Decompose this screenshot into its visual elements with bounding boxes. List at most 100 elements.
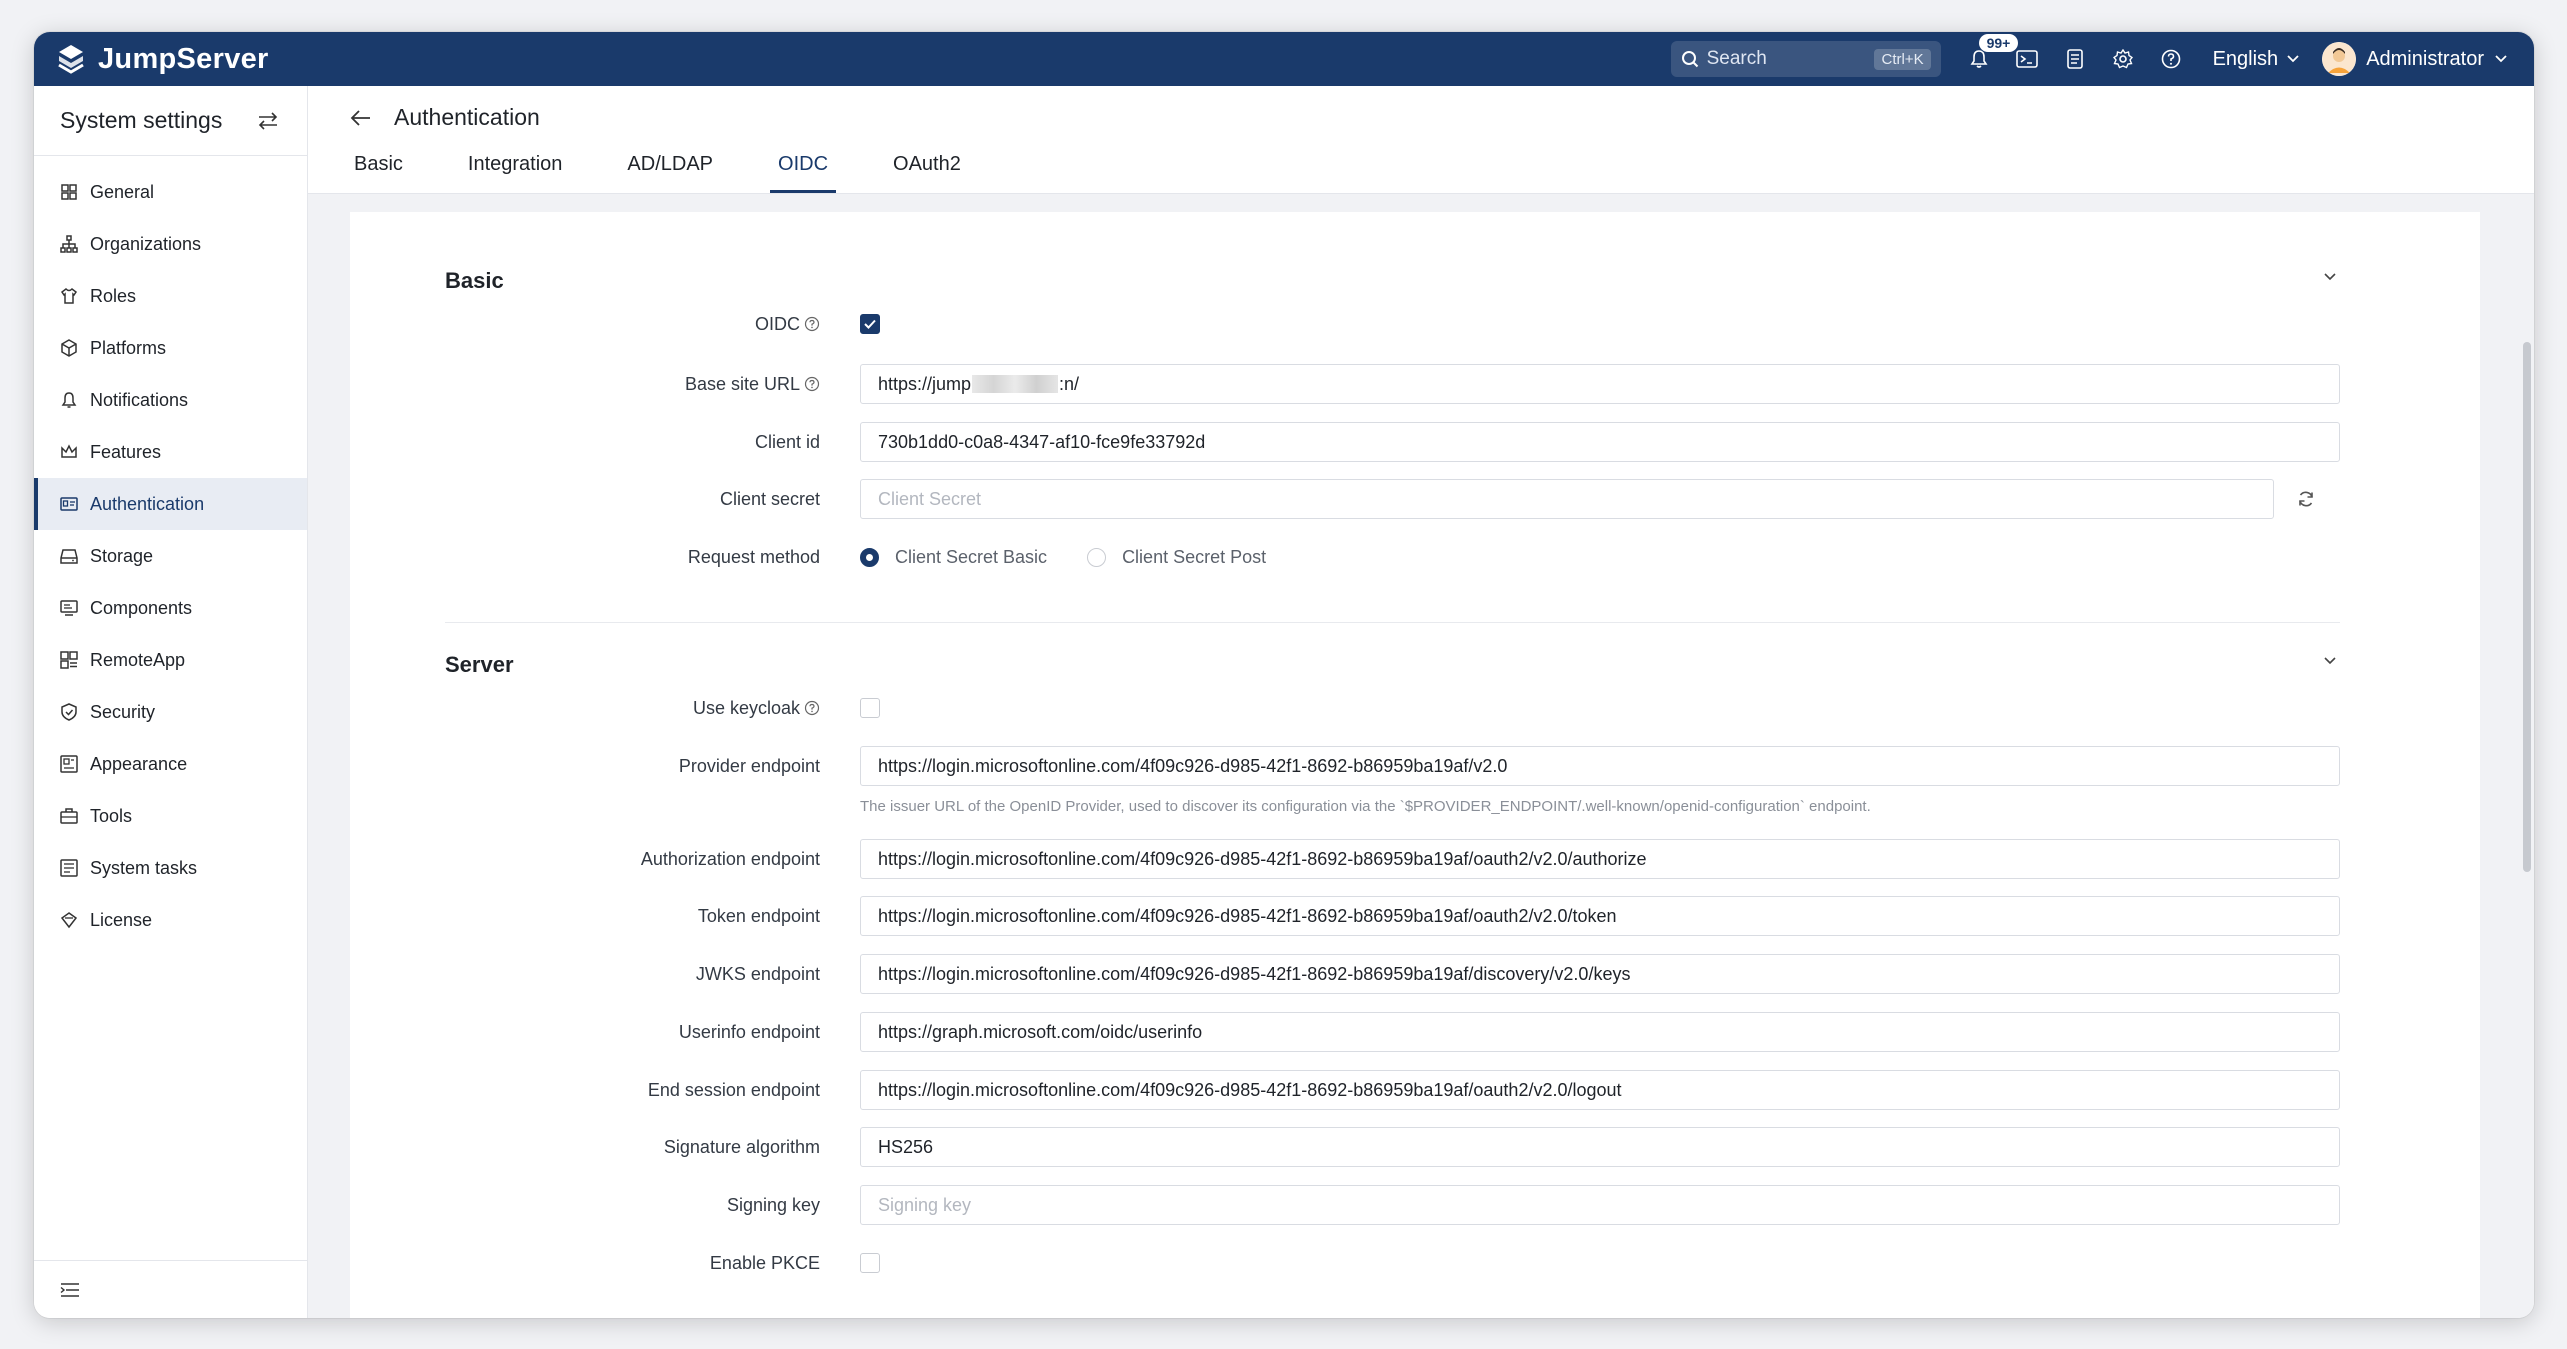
global-search[interactable]: Search Ctrl+K <box>1670 41 1941 77</box>
checkmark-icon <box>864 319 876 329</box>
tab-oidc[interactable]: OIDC <box>770 147 837 193</box>
radio-client-secret-post[interactable]: Client Secret Post <box>1087 547 1266 568</box>
sidebar-footer <box>34 1260 307 1318</box>
collapse-menu-icon[interactable] <box>60 1281 80 1299</box>
sidebar-item-storage[interactable]: Storage <box>34 530 307 582</box>
client-secret-label: Client secret <box>719 488 820 509</box>
notifications-button[interactable]: 99+ <box>1955 32 2019 86</box>
sidebar-item-security[interactable]: Security <box>34 686 307 738</box>
signing-key-input[interactable]: Signing key <box>860 1185 2340 1225</box>
token-endpoint-input[interactable]: https://login.microsoftonline.com/4f09c9… <box>860 896 2340 936</box>
sidebar-item-label: Storage <box>90 545 154 566</box>
client-id-input[interactable]: 730b1dd0-c0a8-4347-af10-fce9fe33792d <box>860 422 2340 462</box>
avatar <box>2322 42 2357 76</box>
field-use-keycloak: Use keycloak <box>350 687 2340 729</box>
help-circle-icon[interactable] <box>804 700 820 716</box>
terminal-icon <box>2015 50 2038 68</box>
sidebar-item-notifications[interactable]: Notifications <box>34 374 307 426</box>
scrollbar[interactable] <box>2520 212 2534 1318</box>
oidc-checkbox[interactable] <box>860 314 880 334</box>
request-method-label: Request method <box>687 546 820 567</box>
jwks-endpoint-input[interactable]: https://login.microsoftonline.com/4f09c9… <box>860 954 2340 994</box>
sidebar-item-label: RemoteApp <box>90 649 186 670</box>
sidebar-item-components[interactable]: Components <box>34 582 307 634</box>
field-signing-key: Signing key Signing key <box>350 1184 2340 1226</box>
authorization-endpoint-input[interactable]: https://login.microsoftonline.com/4f09c9… <box>860 839 2340 879</box>
sidebar-item-general[interactable]: General <box>34 166 307 218</box>
user-avatar-icon <box>2322 42 2357 76</box>
sidebar-item-platforms[interactable]: Platforms <box>34 322 307 374</box>
sidebar-item-appearance[interactable]: Appearance <box>34 738 307 790</box>
sidebar-title: System settings <box>60 107 223 133</box>
client-id-label: Client id <box>754 431 820 452</box>
field-client-secret: Client secret Client Secret <box>350 478 2340 520</box>
user-menu[interactable]: Administrator <box>2322 42 2508 76</box>
sidebar-item-label: General <box>90 181 155 202</box>
sidebar-item-organizations[interactable]: Organizations <box>34 218 307 270</box>
tab-bar: Basic Integration AD/LDAP OIDC OAuth2 <box>354 147 1026 193</box>
sidebar-item-label: Features <box>90 441 162 462</box>
sidebar-item-system-tasks[interactable]: System tasks <box>34 842 307 894</box>
client-secret-input[interactable]: Client Secret <box>860 479 2274 519</box>
sidebar-item-label: Organizations <box>90 233 202 254</box>
settings-button[interactable] <box>2099 32 2147 86</box>
grid-icon <box>61 184 77 200</box>
tab-oauth2[interactable]: OAuth2 <box>893 147 961 193</box>
base-site-url-prefix: https://jump <box>878 373 972 394</box>
apps-icon <box>60 651 78 669</box>
field-provider-endpoint: Provider endpoint https://login.microsof… <box>350 745 2340 787</box>
userinfo-endpoint-input[interactable]: https://graph.microsoft.com/oidc/userinf… <box>860 1012 2340 1052</box>
field-token-endpoint: Token endpoint https://login.microsofton… <box>350 895 2340 937</box>
sidebar-item-roles[interactable]: Roles <box>34 270 307 322</box>
switch-icon[interactable] <box>257 111 279 130</box>
logo[interactable]: JumpServer <box>54 42 269 76</box>
jumpserver-logo-icon <box>58 45 84 74</box>
help-circle-icon[interactable] <box>804 376 820 392</box>
sidebar-item-tools[interactable]: Tools <box>34 790 307 842</box>
settings-form-card: Basic OIDC Base site URL https://jump:n/… <box>350 212 2480 1318</box>
refresh-icon[interactable] <box>2296 489 2316 509</box>
signing-key-label: Signing key <box>726 1194 820 1215</box>
radio-client-secret-basic[interactable]: Client Secret Basic <box>860 547 1047 568</box>
field-base-site-url: Base site URL https://jump:n/ <box>350 363 2340 405</box>
top-navbar: JumpServer Search Ctrl+K 99+ English Adm… <box>34 32 2534 86</box>
signature-algorithm-label: Signature algorithm <box>663 1136 820 1157</box>
enable-pkce-checkbox[interactable] <box>860 1253 880 1273</box>
back-arrow-icon[interactable] <box>350 109 372 127</box>
language-selector[interactable]: English <box>2213 48 2301 71</box>
monitor-icon <box>60 600 78 616</box>
tab-integration[interactable]: Integration <box>468 147 563 193</box>
drive-icon <box>60 549 78 564</box>
use-keycloak-label: Use keycloak <box>692 697 800 718</box>
user-name: Administrator <box>2366 47 2484 70</box>
sidebar-item-label: License <box>90 909 153 930</box>
sidebar: System settings General Organizations Ro… <box>34 86 308 1318</box>
radio-button-checked <box>860 547 879 567</box>
help-button[interactable] <box>2147 32 2195 86</box>
search-placeholder: Search <box>1706 48 1767 69</box>
terminal-button[interactable] <box>2003 32 2051 86</box>
tab-basic[interactable]: Basic <box>354 147 403 193</box>
end-session-endpoint-input[interactable]: https://login.microsoftonline.com/4f09c9… <box>860 1070 2340 1110</box>
id-card-icon <box>60 497 78 511</box>
field-client-id: Client id 730b1dd0-c0a8-4347-af10-fce9fe… <box>350 421 2340 463</box>
main-content: Authentication Basic Integration AD/LDAP… <box>308 86 2534 1318</box>
sidebar-item-features[interactable]: Features <box>34 426 307 478</box>
page-header: Authentication Basic Integration AD/LDAP… <box>308 86 2534 194</box>
help-circle-icon[interactable] <box>804 316 820 332</box>
sidebar-item-authentication[interactable]: Authentication <box>34 478 307 530</box>
chevron-down-icon[interactable] <box>2320 266 2340 286</box>
token-endpoint-label: Token endpoint <box>697 905 820 926</box>
tab-ad-ldap[interactable]: AD/LDAP <box>627 147 713 193</box>
sidebar-item-remoteapp[interactable]: RemoteApp <box>34 634 307 686</box>
provider-endpoint-input[interactable]: https://login.microsoftonline.com/4f09c9… <box>860 746 2340 786</box>
use-keycloak-checkbox[interactable] <box>860 698 880 718</box>
base-site-url-input[interactable]: https://jump:n/ <box>860 364 2340 404</box>
question-circle-icon <box>2161 49 2180 69</box>
signature-algorithm-input[interactable]: HS256 <box>860 1127 2340 1167</box>
scrollbar-thumb[interactable] <box>2523 342 2531 872</box>
docs-button[interactable] <box>2051 32 2099 86</box>
sidebar-item-license[interactable]: License <box>34 894 307 946</box>
chevron-down-icon[interactable] <box>2320 650 2340 670</box>
sidebar-item-label: Roles <box>90 285 137 306</box>
